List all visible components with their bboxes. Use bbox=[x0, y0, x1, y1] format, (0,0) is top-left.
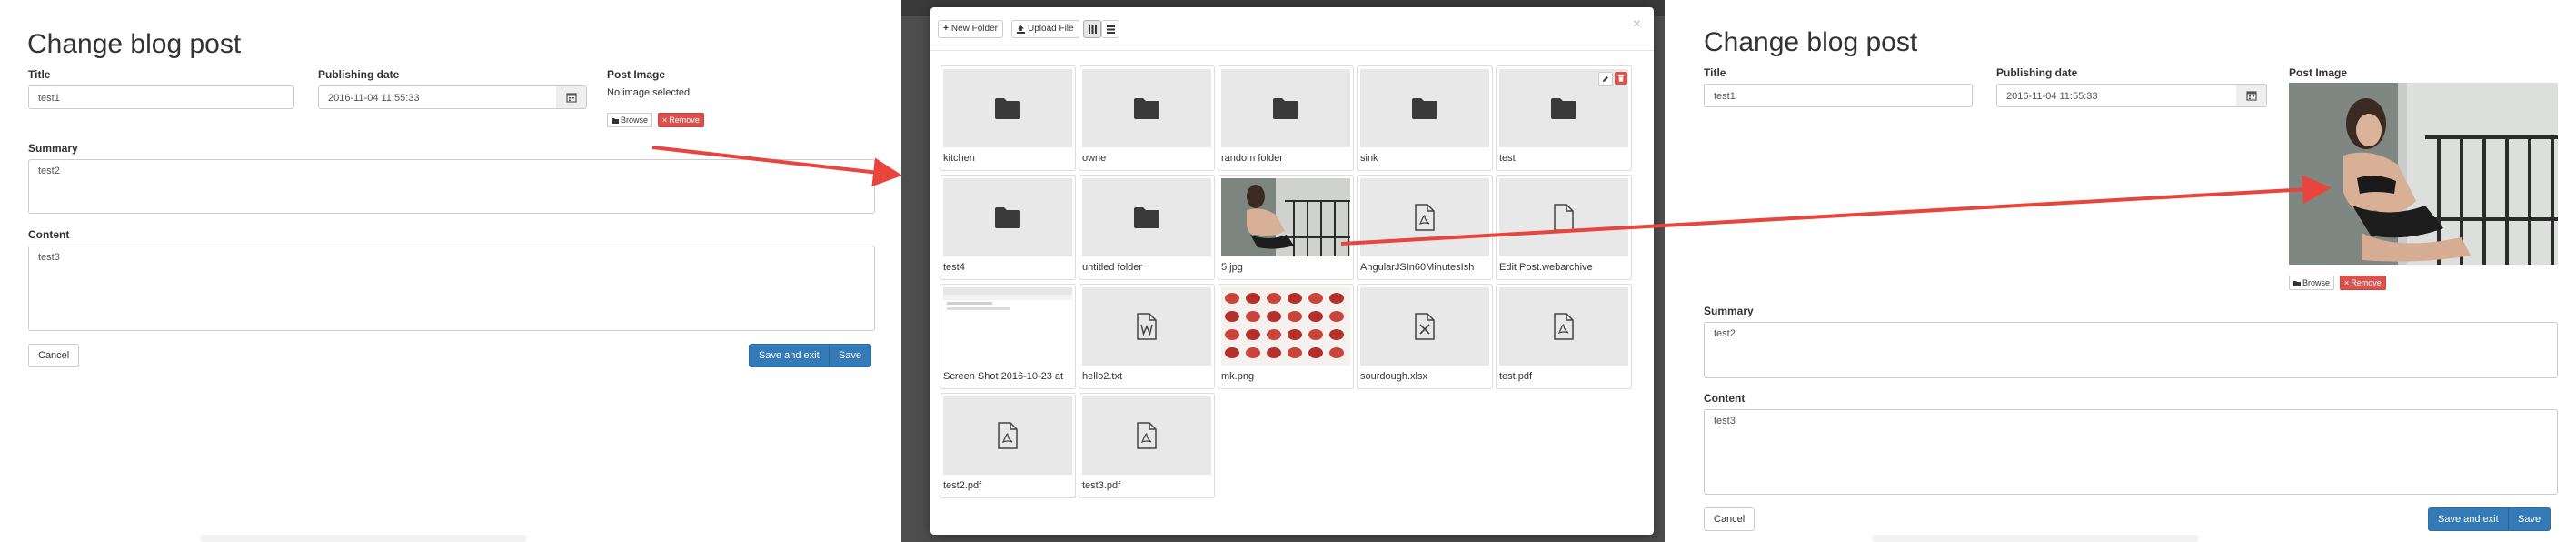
arrow-browse-to-modal bbox=[651, 146, 902, 187]
annotation-arrows bbox=[651, 146, 2332, 246]
arrow-image-to-preview bbox=[1340, 175, 2332, 246]
